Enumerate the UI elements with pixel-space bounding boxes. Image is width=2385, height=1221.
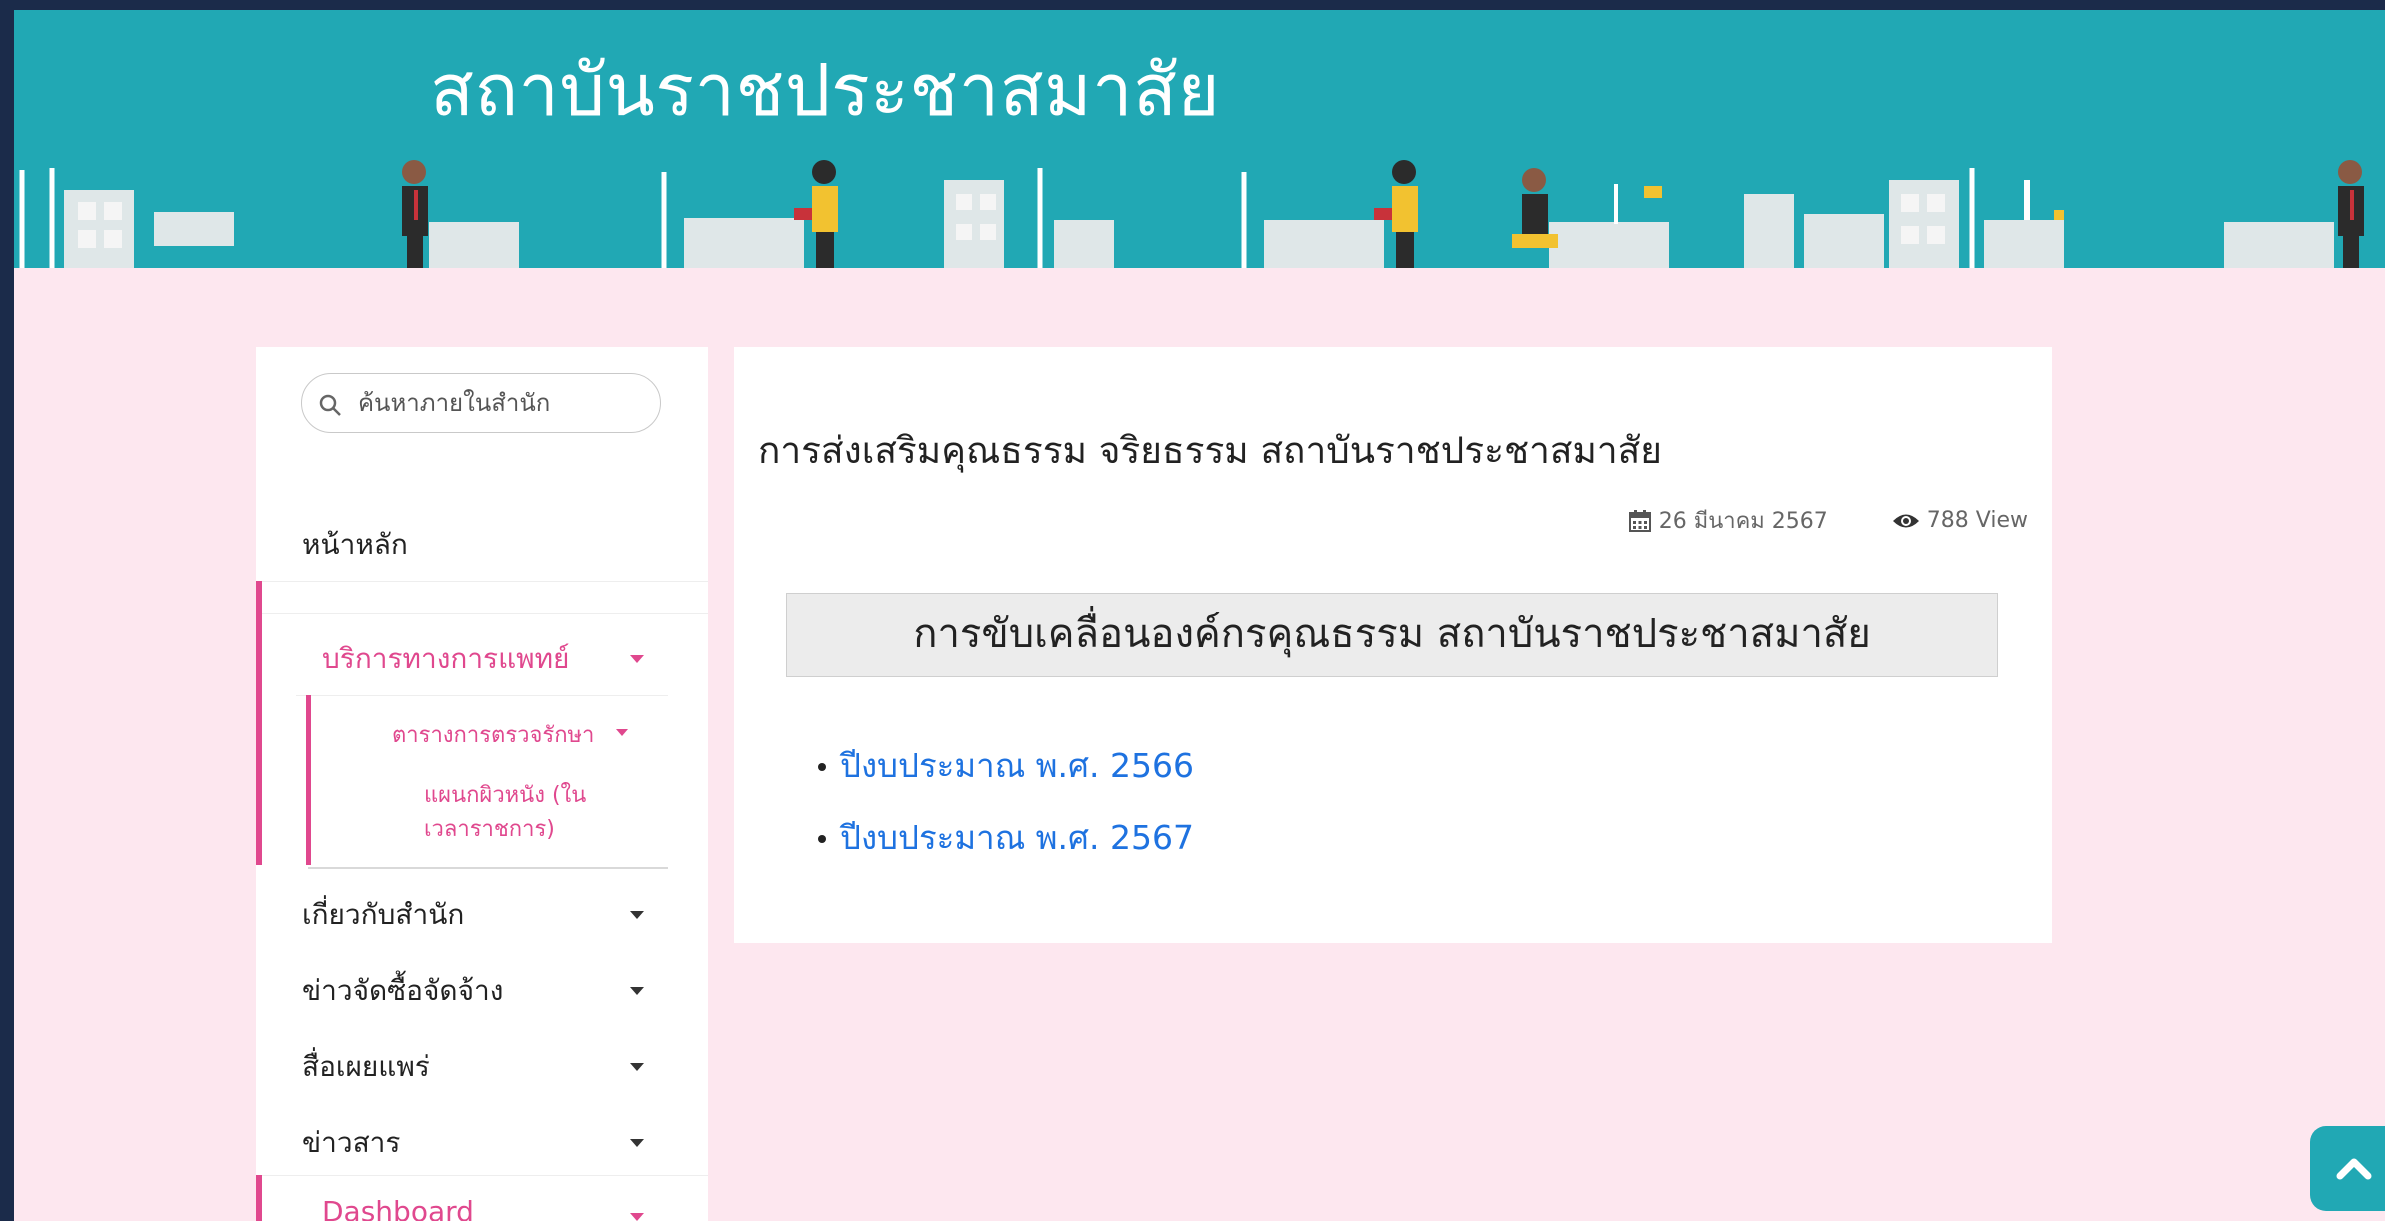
sidebar-item-label: ตารางการตรวจรักษา xyxy=(392,723,595,748)
sidebar-subitem-schedule[interactable]: ตารางการตรวจรักษา xyxy=(256,717,708,751)
page-frame: สถาบันราชประชาสมาสัย ค้นหาภายในสำนัก หน้… xyxy=(14,10,2385,1221)
site-header: สถาบันราชประชาสมาสัย xyxy=(14,10,2385,268)
divider xyxy=(256,613,708,614)
active-indicator xyxy=(256,581,262,613)
chevron-down-icon xyxy=(616,729,628,736)
chevron-down-icon xyxy=(630,1063,644,1071)
search-box[interactable] xyxy=(301,373,661,433)
article-meta: 26 มีนาคม 2567 788 View xyxy=(1628,503,2028,538)
section-banner: การขับเคลื่อนองค์กรคุณธรรม สถาบันราชประช… xyxy=(786,593,1998,677)
sidebar-item-home[interactable]: หน้าหลัก xyxy=(256,523,708,571)
divider xyxy=(256,1175,708,1176)
chevron-down-icon xyxy=(630,1139,644,1147)
sidebar-item-label-line1: แผนกผิวหนัง (ใน xyxy=(424,783,587,808)
bullet xyxy=(818,835,826,843)
divider xyxy=(296,695,668,696)
chevron-up-icon xyxy=(2336,1158,2372,1180)
sidebar: หน้าหลัก บริการทางการแพทย์ ตารางการตรวจร… xyxy=(256,347,708,1221)
sidebar-item-about[interactable]: เกี่ยวกับสำนัก xyxy=(256,893,708,937)
sidebar-item-procurement[interactable]: ข่าวจัดซื้อจัดจ้าง xyxy=(256,969,708,1013)
divider xyxy=(308,867,668,869)
chevron-down-icon xyxy=(630,1213,644,1221)
sidebar-item-label: บริการทางการแพทย์ xyxy=(322,642,570,675)
chevron-down-icon xyxy=(630,911,644,919)
sidebar-item-label: เกี่ยวกับสำนัก xyxy=(302,898,465,931)
sidebar-item-news[interactable]: ข่าวสาร xyxy=(256,1121,708,1165)
link-fy-2567[interactable]: ปีงบประมาณ พ.ศ. 2567 xyxy=(840,811,1194,864)
sidebar-item-label: Dashboard xyxy=(322,1195,474,1221)
search-icon xyxy=(319,394,341,416)
calendar-icon xyxy=(1628,509,1651,532)
article-date: 26 มีนาคม 2567 xyxy=(1658,509,1828,534)
eye-icon xyxy=(1892,514,1919,527)
sidebar-item-media[interactable]: สื่อเผยแพร่ xyxy=(256,1045,708,1089)
scroll-to-top-button[interactable] xyxy=(2310,1126,2385,1211)
chevron-down-icon xyxy=(630,655,644,663)
sidebar-item-label-line2: เวลาราชการ) xyxy=(424,817,555,842)
office-illustration xyxy=(19,160,2364,268)
article-title: การส่งเสริมคุณธรรม จริยธรรม สถาบันราชประ… xyxy=(758,429,1662,472)
main-content: การส่งเสริมคุณธรรม จริยธรรม สถาบันราชประ… xyxy=(734,347,2052,943)
sidebar-item-label: หน้าหลัก xyxy=(302,528,408,561)
article-views: 788 View xyxy=(1926,508,2028,533)
sidebar-subitem-dermatology[interactable]: แผนกผิวหนัง (ใน เวลาราชการ) xyxy=(256,779,708,849)
sidebar-item-label: ข่าวจัดซื้อจัดจ้าง xyxy=(302,974,504,1007)
sidebar-item-label: สื่อเผยแพร่ xyxy=(302,1050,430,1083)
sidebar-item-label: ข่าวสาร xyxy=(302,1126,401,1159)
site-title[interactable]: สถาบันราชประชาสมาสัย xyxy=(430,32,1220,147)
sidebar-item-medical-services[interactable]: บริการทางการแพทย์ xyxy=(256,637,708,681)
search-input[interactable] xyxy=(358,386,648,420)
bullet xyxy=(818,763,826,771)
divider xyxy=(256,581,708,582)
chevron-down-icon xyxy=(630,987,644,995)
sidebar-item-dashboard[interactable]: Dashboard xyxy=(256,1195,708,1221)
link-fy-2566[interactable]: ปีงบประมาณ พ.ศ. 2566 xyxy=(840,739,1194,792)
